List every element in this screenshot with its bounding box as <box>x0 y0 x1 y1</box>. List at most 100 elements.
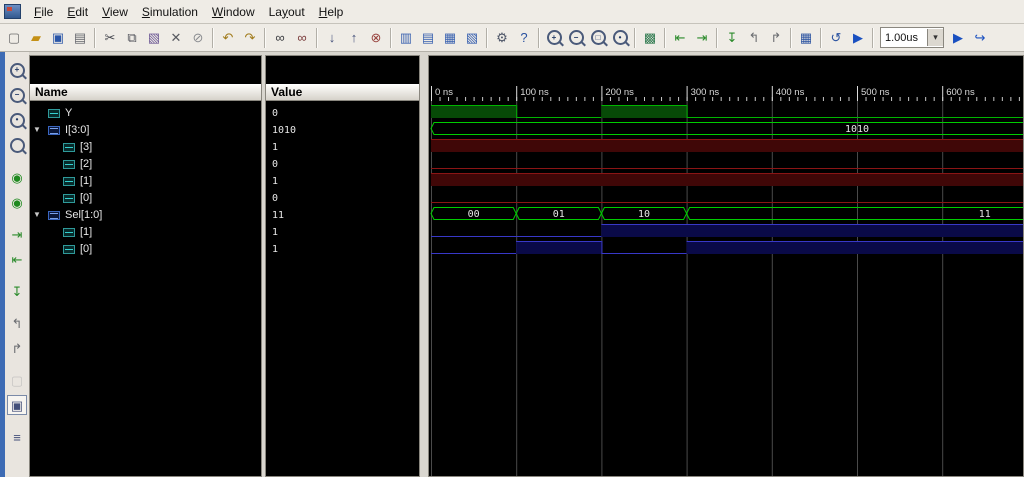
print-button[interactable]: ▤ <box>69 27 91 49</box>
wave-high-fill <box>516 242 601 254</box>
wave-high-fill <box>601 106 686 118</box>
signal-value-row-4[interactable]: 1 <box>266 173 419 190</box>
goto-cursor-button[interactable]: ↧ <box>721 27 743 49</box>
run-all-button[interactable]: ▶ <box>847 27 869 49</box>
menu-edit[interactable]: Edit <box>60 2 95 22</box>
signal-row-6-sel10[interactable]: ▼Sel[1:0] <box>30 207 261 224</box>
signal-value: 1 <box>272 176 278 188</box>
signal-row-1-i30[interactable]: ▼ I[3:0] <box>30 122 261 139</box>
dock-panel-button[interactable]: ▣ <box>7 395 27 415</box>
zoom-full-tool[interactable]: • <box>7 110 27 130</box>
go-down-button[interactable]: ↓ <box>321 27 343 49</box>
float-panel-button[interactable]: ▢ <box>7 370 27 390</box>
signal-row-3-2[interactable]: [2] <box>30 156 261 173</box>
stop-button[interactable]: ⊗ <box>365 27 387 49</box>
signal-name: I[3:0] <box>65 124 89 137</box>
panel-splitter[interactable] <box>420 55 428 477</box>
signal-value-row-8[interactable]: 1 <box>266 241 419 258</box>
sim-time-dropdown-arrow[interactable]: ▾ <box>927 29 943 46</box>
sim-time-value[interactable]: 1.00us <box>881 32 927 44</box>
signal-value: 0 <box>272 108 278 120</box>
name-panel: Name Y▼I[3:0][3][2][1][0]▼Sel[1:0][1][0] <box>29 55 262 477</box>
toolbar-separator <box>664 28 666 48</box>
expander-icon[interactable]: ▼ <box>33 126 41 134</box>
prev-transition-button[interactable]: ⇤ <box>669 27 691 49</box>
window-grid-button[interactable]: ▦ <box>439 27 461 49</box>
go-to-sim-end-button[interactable]: ◉ <box>7 192 27 212</box>
save-button[interactable]: ▣ <box>47 27 69 49</box>
zoom-out-button[interactable]: − <box>565 27 587 49</box>
undo-button[interactable]: ↶ <box>217 27 239 49</box>
menu-view[interactable]: View <box>95 2 135 22</box>
waveform-canvas[interactable]: 0 ns100 ns200 ns300 ns400 ns500 ns600 ns… <box>429 56 1023 476</box>
menu-layout[interactable]: Layout <box>262 2 312 22</box>
signal-row-4-1[interactable]: [1] <box>30 173 261 190</box>
prev-view-button[interactable]: ↰ <box>7 313 27 333</box>
go-up-button[interactable]: ↑ <box>343 27 365 49</box>
toggle-ruler-button[interactable]: ▦ <box>795 27 817 49</box>
wave-panel[interactable]: 0 ns100 ns200 ns300 ns400 ns500 ns600 ns… <box>428 55 1024 477</box>
next-event-button[interactable]: ⇥ <box>7 224 27 244</box>
zoom-in-button[interactable]: + <box>543 27 565 49</box>
go-to-time-zero-button[interactable]: ◉ <box>7 167 27 187</box>
bus-value-label: 10 <box>638 209 650 220</box>
wave-high-fill <box>431 106 516 118</box>
restart-button[interactable]: ↺ <box>825 27 847 49</box>
signal-row-2-3[interactable]: [3] <box>30 139 261 156</box>
zoom-full-button[interactable]: • <box>609 27 631 49</box>
copy-button[interactable]: ⧉ <box>121 27 143 49</box>
signal-row-8-0[interactable]: [0] <box>30 241 261 258</box>
step-button[interactable]: ↪ <box>969 27 991 49</box>
bus-segment <box>431 123 1023 135</box>
zoom-area-button[interactable]: □ <box>587 27 609 49</box>
window-float-button[interactable]: ▧ <box>461 27 483 49</box>
signal-value-row-1[interactable]: 1010 <box>266 122 419 139</box>
signal-value-row-2[interactable]: 1 <box>266 139 419 156</box>
wrench-icon[interactable]: ⚙ <box>491 27 513 49</box>
sim-time-combo[interactable]: 1.00us▾ <box>880 27 944 48</box>
signal-value-row-0[interactable]: 0 <box>266 105 419 122</box>
goto-marker-button[interactable]: ↧ <box>7 281 27 301</box>
zoom-cursor-tool[interactable] <box>7 135 27 155</box>
new-file-button[interactable]: ▢ <box>3 27 25 49</box>
menu-help[interactable]: Help <box>312 2 351 22</box>
snapshot-button[interactable]: ▩ <box>639 27 661 49</box>
delete-button[interactable]: ✕ <box>165 27 187 49</box>
signal-value-row-5[interactable]: 0 <box>266 190 419 207</box>
ruler-label: 0 ns <box>435 87 453 98</box>
zoom-out-tool[interactable]: − <box>7 85 27 105</box>
find-button[interactable]: ∞ <box>269 27 291 49</box>
next-transition-button[interactable]: ⇥ <box>691 27 713 49</box>
next-view-button[interactable]: ↱ <box>7 338 27 358</box>
find-replace-button[interactable]: ∞ <box>291 27 313 49</box>
cut-button[interactable]: ✂ <box>99 27 121 49</box>
ruler-label: 300 ns <box>691 87 720 98</box>
scalar-signal-icon <box>63 143 75 152</box>
toolbar-separator <box>790 28 792 48</box>
menu-window[interactable]: Window <box>205 2 262 22</box>
paste-button[interactable]: ▧ <box>143 27 165 49</box>
context-help-button[interactable]: ? <box>513 27 535 49</box>
signal-value-row-7[interactable]: 1 <box>266 224 419 241</box>
disable-button[interactable]: ⊘ <box>187 27 209 49</box>
signal-row-7-1[interactable]: [1] <box>30 224 261 241</box>
signal-value: 0 <box>272 159 278 171</box>
signal-value-row-6[interactable]: 11 <box>266 207 419 224</box>
prev-event-button[interactable]: ⇤ <box>7 249 27 269</box>
console-button[interactable]: ≡ <box>7 427 27 447</box>
swap-prev-button[interactable]: ↰ <box>743 27 765 49</box>
window-tile-top-button[interactable]: ▤ <box>417 27 439 49</box>
redo-button[interactable]: ↷ <box>239 27 261 49</box>
menu-file[interactable]: File <box>27 2 60 22</box>
menu-simulation[interactable]: Simulation <box>135 2 205 22</box>
swap-next-button[interactable]: ↱ <box>765 27 787 49</box>
isim-window: FileEditViewSimulationWindowLayoutHelp ▢… <box>0 0 1024 477</box>
signal-row-0-y[interactable]: Y <box>30 105 261 122</box>
open-file-button[interactable]: ▰ <box>25 27 47 49</box>
signal-row-5-0[interactable]: [0] <box>30 190 261 207</box>
signal-value-row-3[interactable]: 0 <box>266 156 419 173</box>
window-tile-left-button[interactable]: ▥ <box>395 27 417 49</box>
expander-icon[interactable]: ▼ <box>33 211 41 219</box>
run-for-time-button[interactable]: ▶ <box>947 27 969 49</box>
zoom-in-tool[interactable]: + <box>7 60 27 80</box>
